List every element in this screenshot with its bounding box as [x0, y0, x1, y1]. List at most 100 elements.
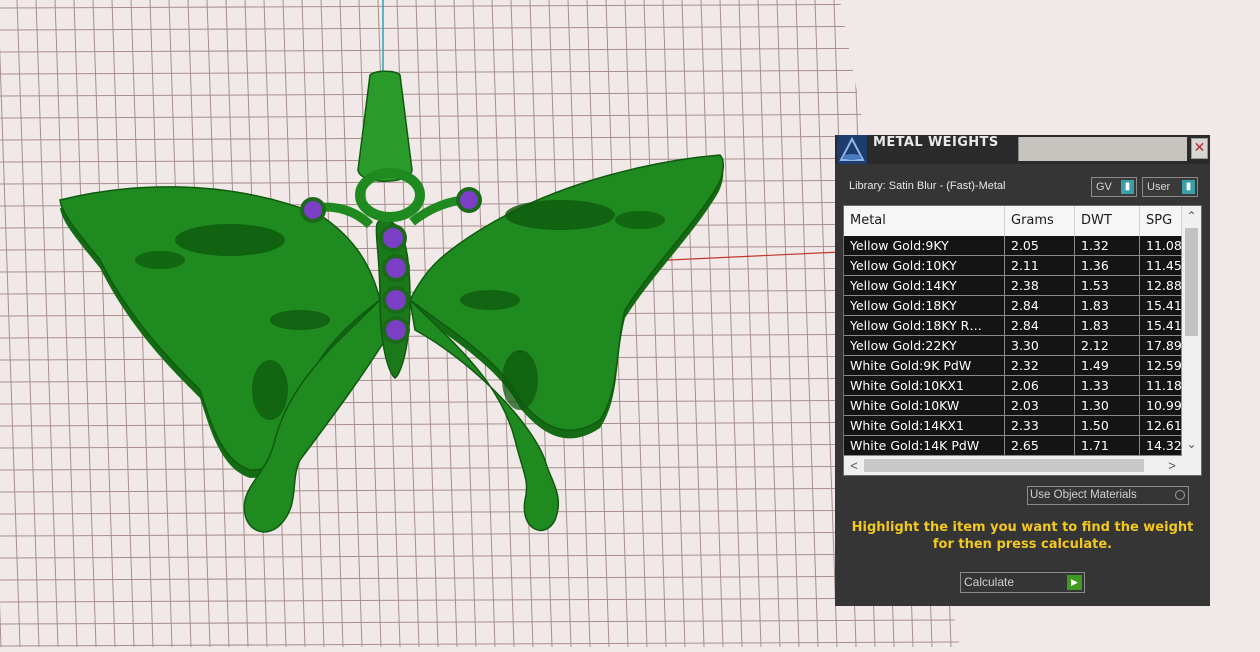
grid-line — [0, 465, 960, 471]
grid-line — [0, 0, 21, 647]
dwt-cell: 1.36 — [1075, 256, 1140, 276]
calculate-button[interactable]: Calculate ▶ — [960, 572, 1085, 593]
table-row[interactable]: White Gold:10KX1 2.06 1.33 11.18 — [844, 376, 1182, 396]
grams-cell: 2.38 — [1005, 276, 1075, 296]
radio-icon[interactable] — [1175, 490, 1185, 500]
horizontal-scrollbar[interactable]: < > — [844, 456, 1182, 475]
grid-line — [0, 443, 960, 449]
grid-line — [0, 179, 960, 185]
instruction-line-1: Highlight the item you want to find the … — [851, 520, 1194, 535]
column-header-spg[interactable]: SPG — [1140, 206, 1182, 236]
grid-line — [814, 0, 838, 647]
column-header-metal[interactable]: Metal — [844, 206, 1005, 236]
table-row[interactable]: Yellow Gold:18KY 2.84 1.83 15.41 — [844, 296, 1182, 316]
table-row[interactable]: Yellow Gold:22KY 3.30 2.12 17.89 — [844, 336, 1182, 356]
gv-select[interactable]: GV ▮ — [1091, 177, 1137, 197]
dwt-cell: 1.83 — [1075, 316, 1140, 336]
play-arrow-icon: ▶ — [1067, 575, 1082, 590]
grid-line — [0, 157, 960, 163]
spg-cell: 12.61 — [1140, 416, 1182, 436]
spg-cell: 15.41 — [1140, 316, 1182, 336]
grid-line — [0, 553, 960, 559]
dwt-cell: 1.33 — [1075, 376, 1140, 396]
grid-line — [624, 0, 648, 647]
instruction-line-2: for then press calculate. — [932, 537, 1113, 552]
grams-cell: 2.65 — [1005, 436, 1075, 456]
table-header: Metal Grams DWT SPG — [844, 206, 1182, 236]
vertical-scrollbar[interactable]: ⌃ ⌄ — [1182, 206, 1201, 456]
grams-cell: 3.30 — [1005, 336, 1075, 356]
scroll-right-icon[interactable]: > — [1164, 456, 1180, 475]
grid-line — [795, 0, 819, 647]
vertical-scroll-thumb[interactable] — [1185, 228, 1198, 336]
grid-line — [776, 0, 800, 647]
dwt-cell: 1.30 — [1075, 396, 1140, 416]
scroll-left-icon[interactable]: < — [846, 456, 862, 475]
table-row[interactable]: Yellow Gold:14KY 2.38 1.53 12.88 — [844, 276, 1182, 296]
table-row[interactable]: Yellow Gold:10KY 2.11 1.36 11.45 — [844, 256, 1182, 276]
dwt-cell: 1.71 — [1075, 436, 1140, 456]
grid-line — [0, 69, 960, 75]
column-header-dwt[interactable]: DWT — [1075, 206, 1140, 236]
metal-weights-panel: METAL WEIGHTS ✕ Library: Satin Blur - (F… — [835, 135, 1210, 606]
panel-titlebar[interactable]: METAL WEIGHTS ✕ — [835, 135, 1210, 164]
spg-cell: 11.08 — [1140, 236, 1182, 256]
spg-cell: 10.99 — [1140, 396, 1182, 416]
panel-title: METAL WEIGHTS — [873, 135, 999, 150]
grid-line — [643, 0, 667, 647]
dwt-cell: 1.83 — [1075, 296, 1140, 316]
dwt-cell: 1.50 — [1075, 416, 1140, 436]
scroll-corner — [1182, 456, 1201, 475]
grams-cell: 2.32 — [1005, 356, 1075, 376]
table-row[interactable]: White Gold:14K PdW 2.65 1.71 14.32 — [844, 436, 1182, 456]
grid-line — [0, 421, 960, 427]
table-row[interactable]: Yellow Gold:9KY 2.05 1.32 11.08 — [844, 236, 1182, 256]
spg-cell: 17.89 — [1140, 336, 1182, 356]
grid-line — [700, 0, 724, 647]
calculate-label: Calculate — [964, 575, 1015, 589]
grams-cell: 2.11 — [1005, 256, 1075, 276]
close-button[interactable]: ✕ — [1191, 138, 1208, 159]
grid-line — [0, 641, 960, 647]
user-select[interactable]: User ▮ — [1142, 177, 1198, 197]
grid-line — [738, 0, 762, 647]
grid-line — [111, 0, 135, 647]
table-row[interactable]: White Gold:10KW 2.03 1.30 10.99 — [844, 396, 1182, 416]
grid-line — [35, 0, 59, 647]
titlebar-drag-area[interactable] — [1018, 137, 1187, 161]
horizontal-scroll-thumb[interactable] — [864, 459, 1144, 472]
column-header-grams[interactable]: Grams — [1005, 206, 1075, 236]
metal-cell: Yellow Gold:18KY R… — [844, 316, 1005, 336]
scroll-up-icon[interactable]: ⌃ — [1182, 208, 1201, 224]
use-object-materials-option[interactable]: Use Object Materials — [1027, 486, 1189, 505]
grid-line — [0, 3, 960, 9]
butterfly-pendant-model[interactable] — [59, 70, 725, 533]
app-logo-icon — [837, 135, 867, 164]
metal-cell: Yellow Gold:14KY — [844, 276, 1005, 296]
spg-cell: 11.18 — [1140, 376, 1182, 396]
grid-line — [0, 509, 960, 515]
metal-cell: White Gold:14K PdW — [844, 436, 1005, 456]
grid-line — [54, 0, 78, 647]
grid-line — [719, 0, 743, 647]
grid-line — [73, 0, 97, 647]
metal-cell: White Gold:9K PdW — [844, 356, 1005, 376]
metal-cell: Yellow Gold:22KY — [844, 336, 1005, 356]
grid-line — [757, 0, 781, 647]
spg-cell: 14.32 — [1140, 436, 1182, 456]
metal-weights-table[interactable]: Metal Grams DWT SPG Yellow Gold:9KY 2.05… — [843, 205, 1202, 476]
table-row[interactable]: White Gold:14KX1 2.33 1.50 12.61 — [844, 416, 1182, 436]
dropdown-icon: ▮ — [1182, 180, 1195, 194]
grid-line — [0, 91, 960, 97]
spg-cell: 11.45 — [1140, 256, 1182, 276]
library-label: Library: Satin Blur - (Fast)-Metal — [849, 180, 1006, 192]
grid-line — [0, 47, 960, 53]
table-row[interactable]: Yellow Gold:18KY R… 2.84 1.83 15.41 — [844, 316, 1182, 336]
scroll-down-icon[interactable]: ⌄ — [1182, 436, 1201, 452]
metal-cell: White Gold:10KX1 — [844, 376, 1005, 396]
use-object-materials-label: Use Object Materials — [1030, 489, 1137, 501]
grams-cell: 2.05 — [1005, 236, 1075, 256]
grid-line — [0, 619, 960, 625]
dropdown-icon: ▮ — [1121, 180, 1134, 194]
table-row[interactable]: White Gold:9K PdW 2.32 1.49 12.59 — [844, 356, 1182, 376]
